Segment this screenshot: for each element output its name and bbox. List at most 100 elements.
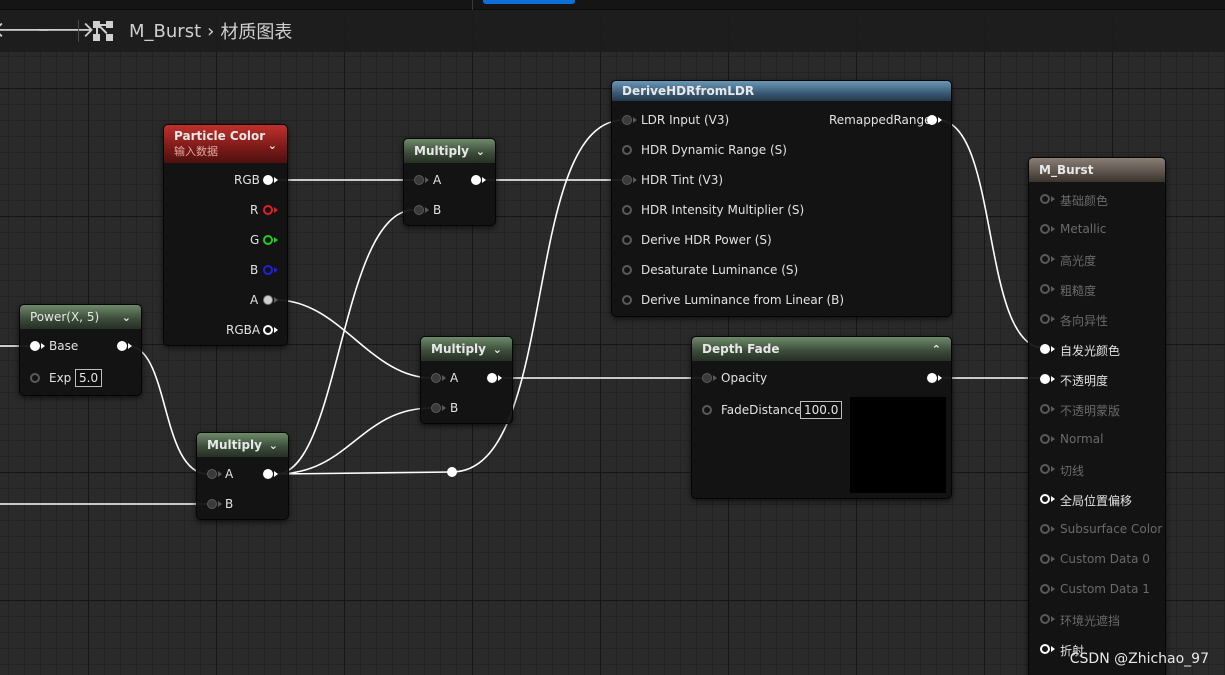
- output-pin[interactable]: [263, 469, 273, 479]
- pin-label: R: [250, 203, 259, 217]
- pin-label: LDR Input (V3): [641, 113, 730, 127]
- output-pin[interactable]: [487, 373, 497, 383]
- input-pin[interactable]: [1040, 404, 1050, 414]
- input-pin[interactable]: [30, 341, 40, 351]
- input-pin[interactable]: [622, 145, 632, 155]
- pin-arrow-icon: [938, 375, 942, 381]
- pin-arrow-icon: [274, 297, 278, 303]
- input-pin[interactable]: [622, 115, 632, 125]
- pin-label: 不透明度: [1060, 374, 1109, 388]
- output-pin[interactable]: [263, 235, 273, 245]
- pin-arrow-icon: [498, 375, 502, 381]
- pin-arrow-icon: [1051, 646, 1055, 652]
- input-pin[interactable]: [1040, 224, 1050, 234]
- pin-arrow-icon: [274, 207, 278, 213]
- output-pin[interactable]: [263, 265, 273, 275]
- pin-label: 基础颜色: [1060, 194, 1109, 208]
- pin-arrow-icon: [1051, 526, 1055, 532]
- output-pin[interactable]: [263, 205, 273, 215]
- output-pin[interactable]: [263, 325, 273, 335]
- node-title: Power(X, 5): [30, 310, 100, 324]
- node-title: Multiply: [431, 342, 486, 356]
- input-pin[interactable]: [622, 175, 632, 185]
- input-pin[interactable]: [622, 295, 632, 305]
- breadcrumb: 🡐 🡒 M_Burst › 材质图表: [0, 10, 1225, 52]
- pin-label: A: [250, 293, 259, 307]
- active-tab-indicator[interactable]: [483, 0, 575, 4]
- output-pin[interactable]: [927, 115, 937, 125]
- input-pin[interactable]: [1040, 464, 1050, 474]
- pin-label: Opacity: [721, 371, 768, 385]
- chevron-down-icon[interactable]: ⌄: [268, 139, 277, 152]
- input-pin[interactable]: [414, 205, 424, 215]
- exp-value-field[interactable]: 5.0: [75, 369, 103, 387]
- breadcrumb-divider: [78, 20, 79, 42]
- pin-label: 全局位置偏移: [1060, 494, 1133, 508]
- input-pin[interactable]: [1040, 254, 1050, 264]
- input-pin[interactable]: [1040, 434, 1050, 444]
- input-pin[interactable]: [1040, 524, 1050, 534]
- pin-arrow-icon: [1051, 436, 1055, 442]
- chevron-down-icon[interactable]: ⌄: [269, 439, 278, 452]
- breadcrumb-asset[interactable]: M_Burst: [129, 21, 201, 42]
- output-pin[interactable]: [927, 373, 937, 383]
- output-pin[interactable]: [263, 295, 273, 305]
- chevron-up-icon[interactable]: ⌃: [932, 343, 941, 356]
- pin-arrow-icon: [633, 177, 637, 183]
- chevron-down-icon[interactable]: ⌄: [493, 343, 502, 356]
- pin-label: Base: [49, 339, 79, 353]
- pin-label: FadeDistance: [721, 403, 802, 417]
- input-pin[interactable]: [207, 469, 217, 479]
- input-pin[interactable]: [1040, 284, 1050, 294]
- pin-label: B: [225, 497, 234, 511]
- arrow-left-icon[interactable]: 🡐: [0, 10, 51, 52]
- pin-arrow-icon: [633, 117, 637, 123]
- input-pin[interactable]: [414, 175, 424, 185]
- input-pin[interactable]: [1040, 554, 1050, 564]
- input-pin[interactable]: [702, 405, 712, 415]
- tab-divider: [472, 0, 473, 10]
- input-pin[interactable]: [431, 403, 441, 413]
- pin-arrow-icon: [274, 471, 278, 477]
- input-pin[interactable]: [1040, 644, 1050, 654]
- output-pin[interactable]: [117, 341, 127, 351]
- input-pin[interactable]: [1040, 374, 1050, 384]
- pin-arrow-icon: [482, 177, 486, 183]
- material-graph-icon: [91, 19, 115, 43]
- chevron-down-icon[interactable]: ⌄: [122, 311, 131, 324]
- input-pin[interactable]: [622, 205, 632, 215]
- top-tab-strip: [0, 0, 1225, 10]
- input-pin[interactable]: [702, 373, 712, 383]
- arrow-right-icon[interactable]: 🡒: [36, 10, 95, 52]
- input-pin[interactable]: [1040, 614, 1050, 624]
- watermark: CSDN @Zhichao_97: [1069, 651, 1209, 667]
- pin-label: A: [433, 173, 442, 187]
- pin-label: 切线: [1060, 464, 1085, 478]
- pin-label: Normal: [1060, 432, 1104, 446]
- input-pin[interactable]: [622, 235, 632, 245]
- input-pin[interactable]: [1040, 344, 1050, 354]
- input-pin[interactable]: [1040, 584, 1050, 594]
- pin-arrow-icon: [713, 375, 717, 381]
- breadcrumb-graph[interactable]: 材质图表: [220, 18, 292, 44]
- output-pin[interactable]: [471, 175, 481, 185]
- pin-arrow-icon: [1051, 466, 1055, 472]
- pin-arrow-icon: [218, 501, 222, 507]
- pin-arrow-icon: [1051, 556, 1055, 562]
- input-pin[interactable]: [30, 373, 40, 383]
- input-pin[interactable]: [622, 265, 632, 275]
- node-preview: [850, 397, 946, 493]
- output-pin[interactable]: [263, 175, 273, 185]
- pin-label: 自发光颜色: [1060, 344, 1121, 358]
- input-pin[interactable]: [1040, 314, 1050, 324]
- input-pin[interactable]: [1040, 194, 1050, 204]
- input-pin[interactable]: [1040, 494, 1050, 504]
- fade-distance-field[interactable]: 100.0: [800, 401, 843, 419]
- input-pin[interactable]: [431, 373, 441, 383]
- chevron-down-icon[interactable]: ⌄: [476, 145, 485, 158]
- node-title: Depth Fade: [702, 342, 780, 356]
- pin-arrow-icon: [274, 327, 278, 333]
- pin-label: B: [450, 401, 459, 415]
- pin-arrow-icon: [1051, 226, 1055, 232]
- input-pin[interactable]: [207, 499, 217, 509]
